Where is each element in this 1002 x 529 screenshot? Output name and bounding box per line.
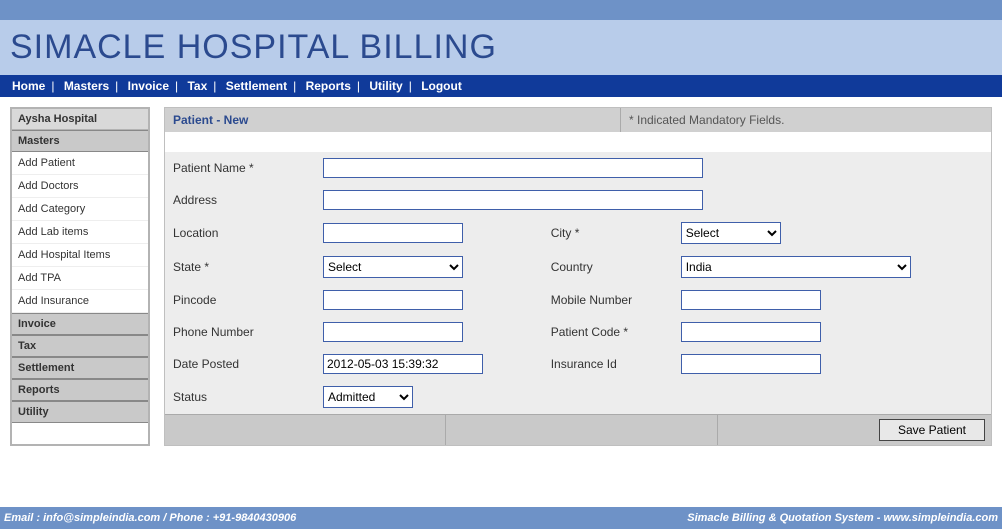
save-patient-button[interactable]: Save Patient xyxy=(879,419,985,441)
content-header: Patient - New * Indicated Mandatory Fiel… xyxy=(165,108,991,132)
menu-sep: | xyxy=(209,79,220,93)
menu-home[interactable]: Home xyxy=(10,79,47,93)
menu-sep: | xyxy=(47,79,58,93)
sidebar-hospital-name: Aysha Hospital xyxy=(12,109,148,130)
label-address: Address xyxy=(165,184,315,216)
label-phone: Phone Number xyxy=(165,316,315,348)
menu-sep: | xyxy=(353,79,364,93)
location-input[interactable] xyxy=(323,223,463,243)
label-pincode: Pincode xyxy=(165,284,315,316)
patient-code-input[interactable] xyxy=(681,322,821,342)
menu-sep: | xyxy=(405,79,416,93)
menu-sep: | xyxy=(111,79,122,93)
patient-name-input[interactable] xyxy=(323,158,703,178)
insurance-id-input[interactable] xyxy=(681,354,821,374)
label-state: State * xyxy=(165,250,315,284)
app-title: SIMACLE HOSPITAL BILLING xyxy=(10,28,992,67)
sidebar-item-add-category[interactable]: Add Category xyxy=(12,198,148,221)
menubar: Home| Masters| Invoice| Tax| Settlement|… xyxy=(0,75,1002,97)
status-select[interactable]: Admitted xyxy=(323,386,413,408)
label-insurance-id: Insurance Id xyxy=(543,348,673,380)
bottom-bar: Email : info@simpleindia.com / Phone : +… xyxy=(0,507,1002,529)
label-mobile: Mobile Number xyxy=(543,284,673,316)
label-patient-name: Patient Name * xyxy=(165,152,315,184)
footer-contact: Email : info@simpleindia.com / Phone : +… xyxy=(4,512,296,524)
sidebar-section-utility[interactable]: Utility xyxy=(12,401,148,423)
menu-settlement[interactable]: Settlement xyxy=(224,79,289,93)
sidebar-item-add-lab-items[interactable]: Add Lab items xyxy=(12,221,148,244)
label-country: Country xyxy=(543,250,673,284)
label-date-posted: Date Posted xyxy=(165,348,315,380)
state-select[interactable]: Select xyxy=(323,256,463,278)
menu-logout[interactable]: Logout xyxy=(419,79,464,93)
menu-utility[interactable]: Utility xyxy=(367,79,404,93)
label-patient-code: Patient Code * xyxy=(543,316,673,348)
empty-cell xyxy=(543,380,673,414)
address-input[interactable] xyxy=(323,190,703,210)
title-area: SIMACLE HOSPITAL BILLING xyxy=(0,20,1002,75)
phone-input[interactable] xyxy=(323,322,463,342)
sidebar-item-add-tpa[interactable]: Add TPA xyxy=(12,267,148,290)
sidebar-item-add-hospital-items[interactable]: Add Hospital Items xyxy=(12,244,148,267)
pincode-input[interactable] xyxy=(323,290,463,310)
form-footer: Save Patient xyxy=(165,414,991,445)
sidebar-section-tax[interactable]: Tax xyxy=(12,335,148,357)
menu-sep: | xyxy=(289,79,300,93)
date-posted-input[interactable] xyxy=(323,354,483,374)
sidebar-section-masters[interactable]: Masters xyxy=(12,130,148,152)
label-location: Location xyxy=(165,216,315,250)
sidebar-section-reports[interactable]: Reports xyxy=(12,379,148,401)
sidebar-item-add-patient[interactable]: Add Patient xyxy=(12,152,148,175)
menu-tax[interactable]: Tax xyxy=(185,79,209,93)
menu-sep: | xyxy=(171,79,182,93)
menu-masters[interactable]: Masters xyxy=(62,79,111,93)
label-city: City * xyxy=(543,216,673,250)
sidebar-item-add-doctors[interactable]: Add Doctors xyxy=(12,175,148,198)
content-heading: Patient - New xyxy=(165,108,621,132)
sidebar: Aysha Hospital Masters Add Patient Add D… xyxy=(10,107,150,446)
sidebar-section-invoice[interactable]: Invoice xyxy=(12,313,148,335)
city-select[interactable]: Select xyxy=(681,222,781,244)
menu-reports[interactable]: Reports xyxy=(304,79,353,93)
content-panel: Patient - New * Indicated Mandatory Fiel… xyxy=(164,107,992,446)
sidebar-item-add-insurance[interactable]: Add Insurance xyxy=(12,290,148,313)
country-select[interactable]: India xyxy=(681,256,911,278)
empty-cell xyxy=(673,380,991,414)
top-accent-bar xyxy=(0,0,1002,20)
mandatory-note: * Indicated Mandatory Fields. xyxy=(621,108,991,132)
mobile-input[interactable] xyxy=(681,290,821,310)
label-status: Status xyxy=(165,380,315,414)
white-strip xyxy=(165,132,991,152)
footer-system-name: Simacle Billing & Quotation System - www… xyxy=(687,512,998,524)
menu-invoice[interactable]: Invoice xyxy=(126,79,171,93)
patient-form: Patient Name * Address Location City * S… xyxy=(165,152,991,414)
sidebar-section-settlement[interactable]: Settlement xyxy=(12,357,148,379)
